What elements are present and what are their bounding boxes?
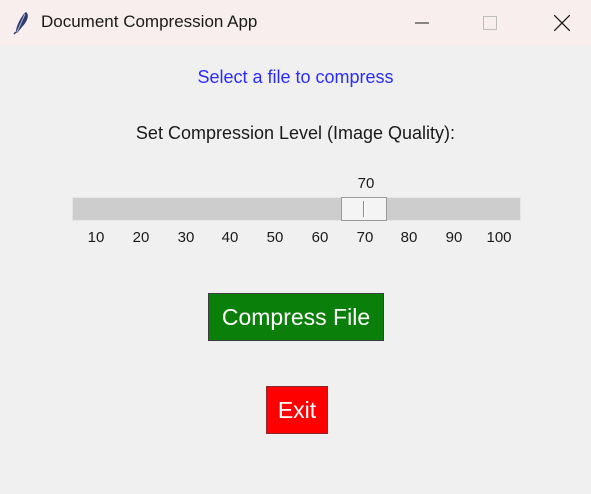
tick-label: 50 [266,229,284,246]
close-button[interactable] [539,0,585,46]
compression-slider-track[interactable] [72,197,521,221]
tick-label: 80 [400,229,418,246]
tick-label: 60 [311,229,329,246]
title-bar[interactable]: Document Compression App [0,0,591,46]
tick-label: 10 [87,229,105,246]
feather-icon [13,12,28,35]
minimize-button[interactable] [399,0,445,46]
window-title: Document Compression App [41,12,258,31]
tick-label: 70 [356,229,374,246]
exit-button[interactable]: Exit [266,386,328,434]
tick-label: 30 [177,229,195,246]
maximize-button[interactable] [467,0,513,46]
slider-tick-labels: 10 20 30 40 50 60 70 80 90 100 [0,229,591,249]
slider-value-readout: 70 [357,175,375,192]
tick-label: 20 [132,229,150,246]
minimize-icon [415,22,429,24]
app-window: Document Compression App Select a file t… [0,0,591,494]
compression-level-label: Set Compression Level (Image Quality): [135,123,456,143]
slider-grip-highlight [364,201,365,217]
close-icon [554,15,570,31]
compression-slider-thumb[interactable] [341,197,387,221]
maximize-icon [483,16,497,30]
tick-label: 40 [221,229,239,246]
tick-label: 100 [486,229,512,246]
status-message: Select a file to compress [197,67,394,87]
tick-label: 90 [445,229,463,246]
compress-file-button[interactable]: Compress File [208,293,384,341]
